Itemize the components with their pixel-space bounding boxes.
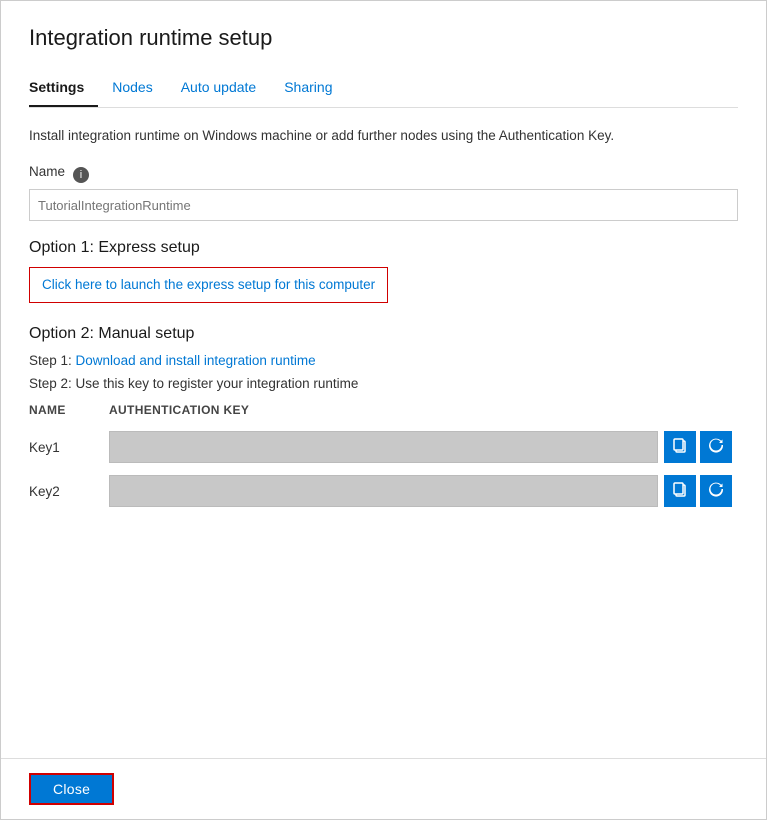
integration-runtime-dialog: Integration runtime setup Settings Nodes…: [0, 0, 767, 820]
dialog-title: Integration runtime setup: [29, 25, 738, 51]
step1-link[interactable]: Download and install integration runtime: [76, 353, 316, 368]
key2-refresh-button[interactable]: [700, 475, 732, 507]
table-row: Key1: [29, 425, 738, 469]
close-button[interactable]: Close: [29, 773, 114, 805]
express-setup-link-box: Click here to launch the express setup f…: [29, 267, 388, 303]
copy-icon: [672, 437, 688, 457]
keys-table: NAME AUTHENTICATION KEY Key1: [29, 403, 738, 513]
dialog-footer: Close: [1, 758, 766, 819]
key2-copy-button[interactable]: [664, 475, 696, 507]
key2-input: [109, 475, 658, 507]
dialog-content: Integration runtime setup Settings Nodes…: [1, 1, 766, 758]
name-input[interactable]: [29, 189, 738, 221]
table-row: Key2: [29, 469, 738, 513]
key1-refresh-button[interactable]: [700, 431, 732, 463]
key1-copy-button[interactable]: [664, 431, 696, 463]
step1-row: Step 1: Download and install integration…: [29, 353, 738, 368]
tab-nodes[interactable]: Nodes: [112, 71, 166, 107]
description-text: Install integration runtime on Windows m…: [29, 126, 738, 146]
express-setup-link[interactable]: Click here to launch the express setup f…: [42, 277, 375, 292]
col-auth-header: AUTHENTICATION KEY: [109, 403, 658, 425]
info-icon[interactable]: i: [73, 167, 89, 183]
option1-title: Option 1: Express setup: [29, 239, 738, 257]
key1-input: [109, 431, 658, 463]
name-label: Name: [29, 164, 65, 179]
key1-row-inner: [109, 431, 658, 463]
tab-settings[interactable]: Settings: [29, 71, 98, 107]
key2-name: Key2: [29, 469, 109, 513]
key1-name: Key1: [29, 425, 109, 469]
step1-prefix: Step 1:: [29, 353, 76, 368]
col-name-header: NAME: [29, 403, 109, 425]
tab-sharing[interactable]: Sharing: [284, 71, 346, 107]
key2-actions: [658, 475, 738, 507]
refresh-icon: [708, 437, 724, 457]
key2-input-wrapper: [109, 475, 658, 507]
name-label-row: Name i: [29, 164, 738, 185]
key1-actions: [658, 431, 738, 463]
tab-auto-update[interactable]: Auto update: [181, 71, 271, 107]
key2-row-inner: [109, 475, 658, 507]
step2-row: Step 2: Use this key to register your in…: [29, 376, 738, 391]
refresh-icon: [708, 481, 724, 501]
copy-icon: [672, 481, 688, 501]
tab-bar: Settings Nodes Auto update Sharing: [29, 71, 738, 108]
option2-title: Option 2: Manual setup: [29, 325, 738, 343]
key1-input-wrapper: [109, 431, 658, 463]
